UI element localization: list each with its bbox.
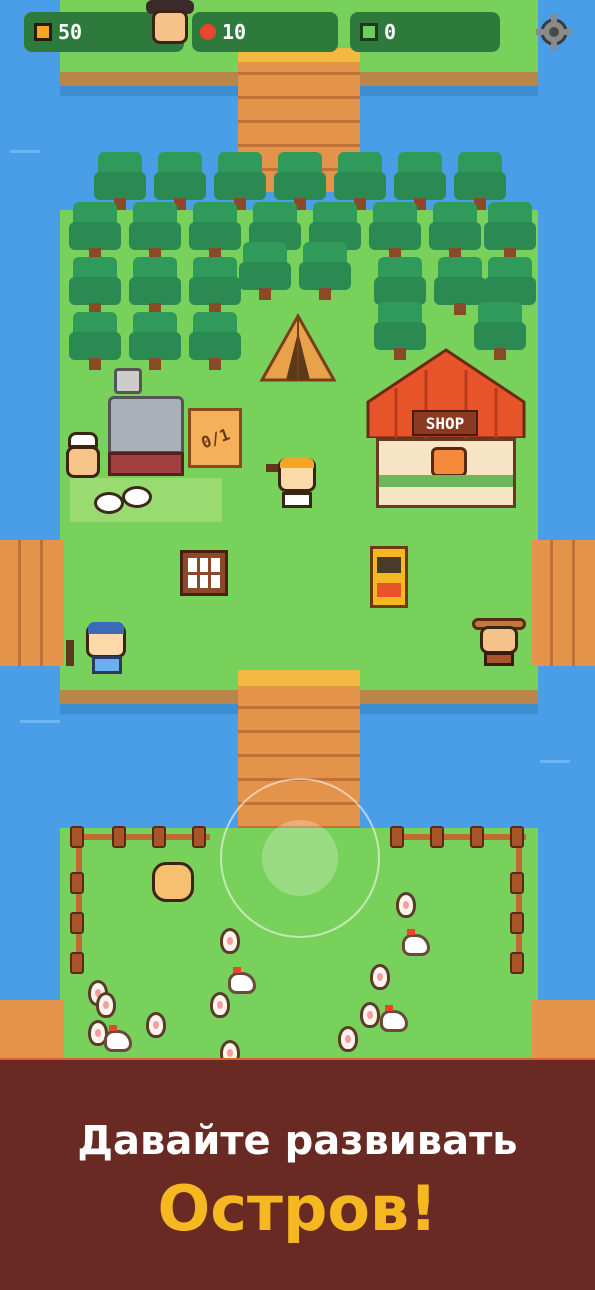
chicken[interactable]	[228, 967, 256, 994]
egg[interactable]	[146, 1012, 166, 1038]
chicken[interactable]	[380, 1005, 408, 1032]
gear-icon	[536, 14, 572, 50]
water-ripple	[10, 150, 40, 153]
apple-icon	[200, 24, 216, 40]
chicken[interactable]	[402, 929, 430, 956]
progress-sign[interactable]: 0/1	[188, 408, 242, 468]
miner-npc[interactable]	[66, 620, 132, 676]
water-ripple	[540, 760, 570, 763]
villager-portrait	[144, 0, 196, 46]
game-scene[interactable]: 0/1 SHOP 50 10 0 Давайте развивать Остро…	[0, 0, 595, 1290]
egg[interactable]	[370, 964, 390, 990]
egg[interactable]	[338, 1026, 358, 1052]
bridge-farm-west[interactable]	[0, 1000, 64, 1062]
water-ripple	[20, 720, 60, 723]
joystick-thumb[interactable]	[262, 820, 338, 896]
gem-count: 0	[384, 20, 397, 44]
settings-button[interactable]	[534, 12, 574, 52]
shop-building[interactable]: SHOP	[366, 348, 526, 510]
shop-sign-label: SHOP	[425, 413, 465, 433]
gem-counter: 0	[350, 12, 500, 52]
fried-egg-plate[interactable]	[94, 492, 124, 514]
banner-subtitle: Давайте развивать	[77, 1118, 518, 1164]
fox-shopkeeper[interactable]	[431, 447, 467, 477]
egg[interactable]	[96, 992, 116, 1018]
shop-sign: SHOP	[412, 410, 478, 436]
furnace[interactable]	[108, 368, 184, 478]
apple-counter: 10	[192, 12, 338, 52]
bridge-west[interactable]	[0, 540, 64, 666]
chicken[interactable]	[104, 1025, 132, 1052]
chef-npc[interactable]	[62, 432, 104, 482]
gem-icon	[360, 23, 378, 41]
coin-icon	[34, 23, 52, 41]
bridge-east[interactable]	[532, 540, 595, 666]
fried-egg-plate[interactable]	[122, 486, 152, 508]
banner-title: Остров!	[157, 1172, 438, 1245]
player-character[interactable]	[266, 458, 322, 510]
vending-machine[interactable]	[370, 546, 408, 608]
farmhand-npc[interactable]	[150, 860, 196, 908]
virtual-joystick[interactable]	[220, 778, 380, 938]
coin-count: 50	[58, 20, 83, 44]
bridge-farm-east[interactable]	[532, 1000, 595, 1062]
egg[interactable]	[210, 992, 230, 1018]
egg[interactable]	[220, 928, 240, 954]
progress-sign-label: 0/1	[198, 424, 232, 452]
quest-board[interactable]	[180, 550, 228, 596]
egg[interactable]	[396, 892, 416, 918]
apple-count: 10	[222, 20, 247, 44]
tent[interactable]	[258, 312, 338, 384]
egg[interactable]	[360, 1002, 380, 1028]
shop-counter	[376, 438, 516, 508]
farmer-npc[interactable]	[472, 612, 526, 666]
